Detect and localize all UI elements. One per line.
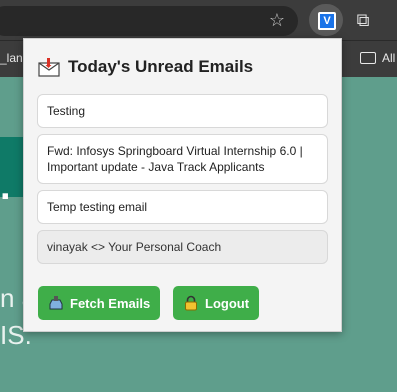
browser-toolbar: ☆ V ⧉	[0, 0, 397, 40]
all-bookmarks-button[interactable]: All	[360, 51, 395, 65]
email-subject: Testing	[47, 104, 86, 118]
email-subject: Fwd: Infosys Springboard Virtual Interns…	[47, 144, 303, 174]
email-subject: vinayak <> Your Personal Coach	[47, 240, 222, 254]
extension-popup: Today's Unread Emails Testing Fwd: Infos…	[23, 38, 342, 332]
extension-v-icon: V	[318, 12, 336, 30]
email-item[interactable]: Fwd: Infosys Springboard Virtual Interns…	[37, 134, 328, 184]
email-subject: Temp testing email	[47, 200, 148, 214]
logout-label: Logout	[205, 295, 250, 311]
bookmark-item[interactable]: _lan	[0, 51, 23, 65]
fetch-emails-button[interactable]: Fetch Emails	[38, 286, 161, 320]
popup-header: Today's Unread Emails	[38, 57, 253, 77]
email-item-hovered[interactable]: vinayak <> Your Personal Coach	[37, 230, 328, 264]
popup-title: Today's Unread Emails	[68, 57, 254, 76]
mailbox-icon	[38, 58, 60, 77]
lock-icon	[185, 295, 197, 311]
page-heading-fragment: .	[0, 166, 11, 208]
bookmark-star-icon[interactable]: ☆	[266, 9, 288, 31]
folder-icon	[360, 52, 376, 64]
extension-button[interactable]: V	[309, 4, 343, 36]
logout-button[interactable]: Logout	[173, 286, 260, 320]
all-bookmarks-label: All	[382, 51, 396, 65]
email-item[interactable]: Temp testing email	[37, 190, 328, 224]
inbox-tray-icon	[49, 296, 63, 310]
fetch-emails-label: Fetch Emails	[70, 295, 151, 311]
extensions-puzzle-icon[interactable]: ⧉	[350, 7, 376, 33]
email-item[interactable]: Testing	[37, 94, 328, 128]
address-bar[interactable]	[0, 6, 298, 36]
